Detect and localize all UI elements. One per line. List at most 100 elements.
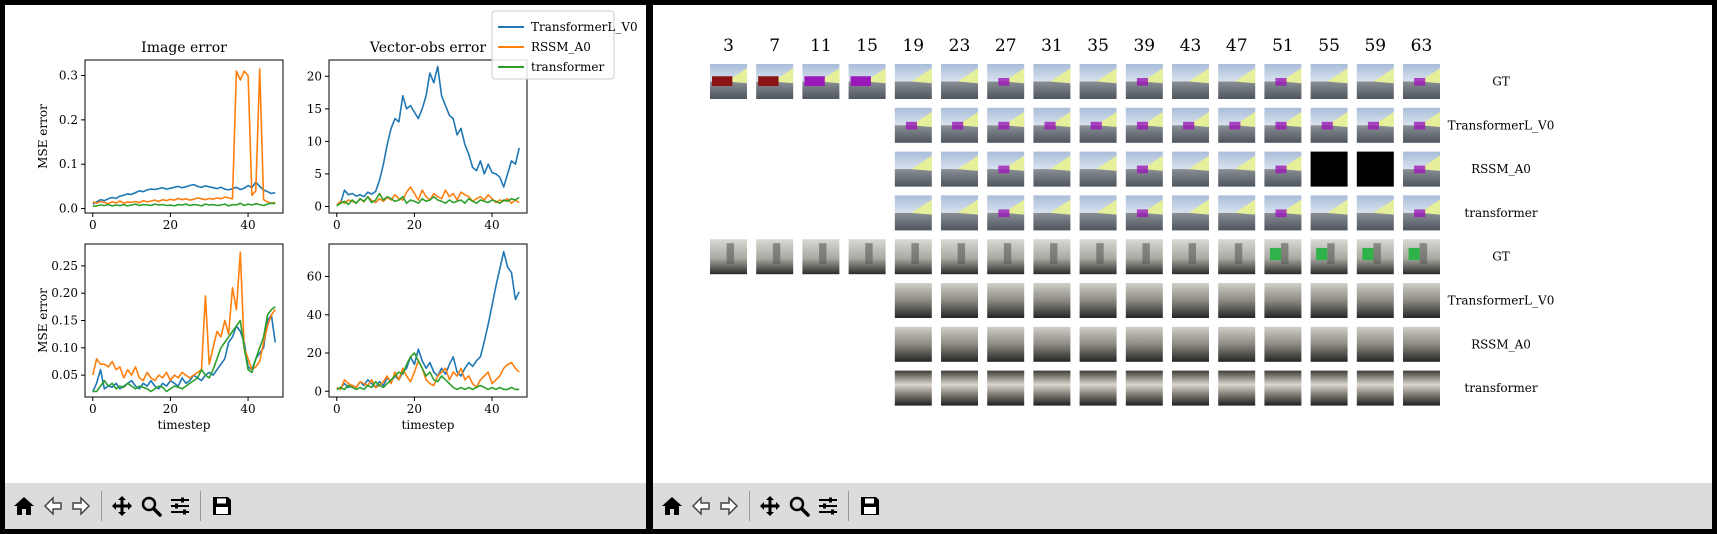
forward-icon[interactable]: [68, 493, 94, 519]
frame-thumbnail: [1125, 151, 1163, 187]
frame-thumbnail: [941, 195, 978, 231]
frame-corridor: [1281, 243, 1289, 265]
frame-fill: [1264, 370, 1302, 406]
toolbar: [653, 483, 1712, 529]
y-tick-label: 0.0: [59, 202, 78, 216]
error-figure: Image error 0 20 40 0.0 0.1 0.2 0.3 MSE error Vec…: [36, 10, 638, 432]
zoom-icon[interactable]: [138, 493, 164, 519]
column-header: 15: [856, 36, 878, 56]
axes-frame: [84, 59, 284, 214]
frame-thumbnail: [1125, 370, 1163, 406]
y-tick-label: 0.1: [59, 157, 78, 171]
frame-thumbnail: [941, 239, 978, 275]
x-tick-label: 20: [163, 402, 178, 416]
frame-thumbnail: [1172, 283, 1209, 318]
frame-thumbnail: [1218, 151, 1256, 187]
frame-thumbnail: [1033, 283, 1071, 318]
frame-fill: [1079, 370, 1117, 406]
plot-window-errors: Image error 0 20 40 0.0 0.1 0.2 0.3 MSE error Vec…: [3, 3, 648, 531]
frame-fill: [1356, 151, 1394, 187]
frame-thumbnail: [1079, 195, 1117, 231]
frame-ground: [1033, 212, 1071, 231]
frame-thumbnail: [987, 107, 1025, 143]
series-line-TransformerL_V0: [336, 65, 520, 206]
configure-icon[interactable]: [167, 493, 193, 519]
frame-thumbnail: [1264, 195, 1302, 231]
frame-ground: [1356, 212, 1394, 231]
frame-thumbnail: [1403, 326, 1440, 362]
back-icon[interactable]: [688, 493, 714, 519]
frame-thumbnail: [710, 239, 747, 275]
frame-thumbnail: [1125, 107, 1163, 143]
grid-row: transformer: [894, 195, 1538, 231]
frame-object: [758, 76, 779, 87]
frame-fill: [894, 283, 932, 318]
series-line-TransformerL_V0: [92, 314, 276, 392]
frame-thumbnail: [894, 64, 932, 99]
frame-ground: [894, 81, 932, 99]
frame-fill: [1125, 370, 1163, 406]
frame-object: [998, 121, 1010, 130]
frame-thumbnail: [1264, 370, 1302, 406]
frame-thumbnail: [1172, 195, 1209, 231]
y-tick-label: 40: [307, 308, 322, 322]
x-axis-label: timestep: [402, 418, 455, 432]
frame-thumbnail: [894, 283, 932, 318]
frame-object: [1136, 209, 1148, 218]
frame-thumbnail: [1310, 151, 1348, 187]
frame-thumbnail: [1079, 107, 1117, 143]
forward-icon[interactable]: [716, 493, 742, 519]
zoom-icon[interactable]: [786, 493, 812, 519]
frame-fill: [1310, 283, 1348, 318]
home-icon[interactable]: [659, 493, 685, 519]
toolbar-separator: [200, 491, 201, 521]
frame-fill: [941, 283, 978, 318]
frame-fill: [1403, 326, 1440, 362]
frame-fill: [1125, 326, 1163, 362]
y-tick-label: 0.20: [51, 286, 78, 300]
frame-thumbnail: [987, 283, 1025, 318]
frame-corridor: [772, 243, 781, 265]
pan-icon[interactable]: [757, 493, 783, 519]
configure-icon[interactable]: [815, 493, 841, 519]
x-tick-label: 40: [484, 402, 499, 416]
frame-fill: [941, 326, 978, 362]
frame-ground: [1172, 212, 1209, 231]
frame-thumbnail: [1356, 195, 1394, 231]
frame-object: [1275, 209, 1287, 218]
frame-fill: [987, 326, 1025, 362]
frame-ground: [1033, 169, 1071, 187]
frame-thumbnail: [1172, 370, 1209, 406]
frame-object: [1367, 121, 1379, 130]
frame-thumbnail: [1079, 64, 1117, 99]
frame-thumbnail: [1079, 151, 1117, 187]
back-icon[interactable]: [40, 493, 66, 519]
x-tick-label: 20: [163, 218, 178, 232]
frame-ground: [941, 169, 978, 187]
frame-thumbnail: [941, 64, 978, 99]
row-label: transformer: [1464, 381, 1537, 395]
save-icon[interactable]: [857, 493, 883, 519]
home-icon[interactable]: [11, 493, 37, 519]
frame-object: [998, 165, 1010, 174]
frame-thumbnail: [1356, 107, 1394, 143]
frame-thumbnail: [941, 107, 978, 143]
frame-thumbnail: [1218, 326, 1256, 362]
save-icon[interactable]: [209, 493, 235, 519]
frame-thumbnail: [1218, 107, 1256, 143]
pan-icon[interactable]: [109, 493, 135, 519]
frame-thumbnail: [1079, 326, 1117, 362]
frame-thumbnail: [802, 64, 840, 99]
frame-thumbnail: [1264, 64, 1302, 99]
frame-fill: [1033, 283, 1071, 318]
frame-thumbnail: [894, 239, 932, 275]
frame-fill: [1218, 326, 1256, 362]
frame-thumbnail: [1172, 107, 1209, 143]
row-label: RSSM_A0: [1471, 337, 1531, 351]
subplot-4: 0 20 40 0 20 40 60 timestep: [307, 243, 528, 432]
frame-thumbnail: [1310, 107, 1348, 143]
frame-corridor: [819, 243, 827, 265]
frame-thumbnail: [1033, 326, 1071, 362]
frame-object: [1275, 165, 1287, 174]
frame-fill: [1172, 370, 1209, 406]
